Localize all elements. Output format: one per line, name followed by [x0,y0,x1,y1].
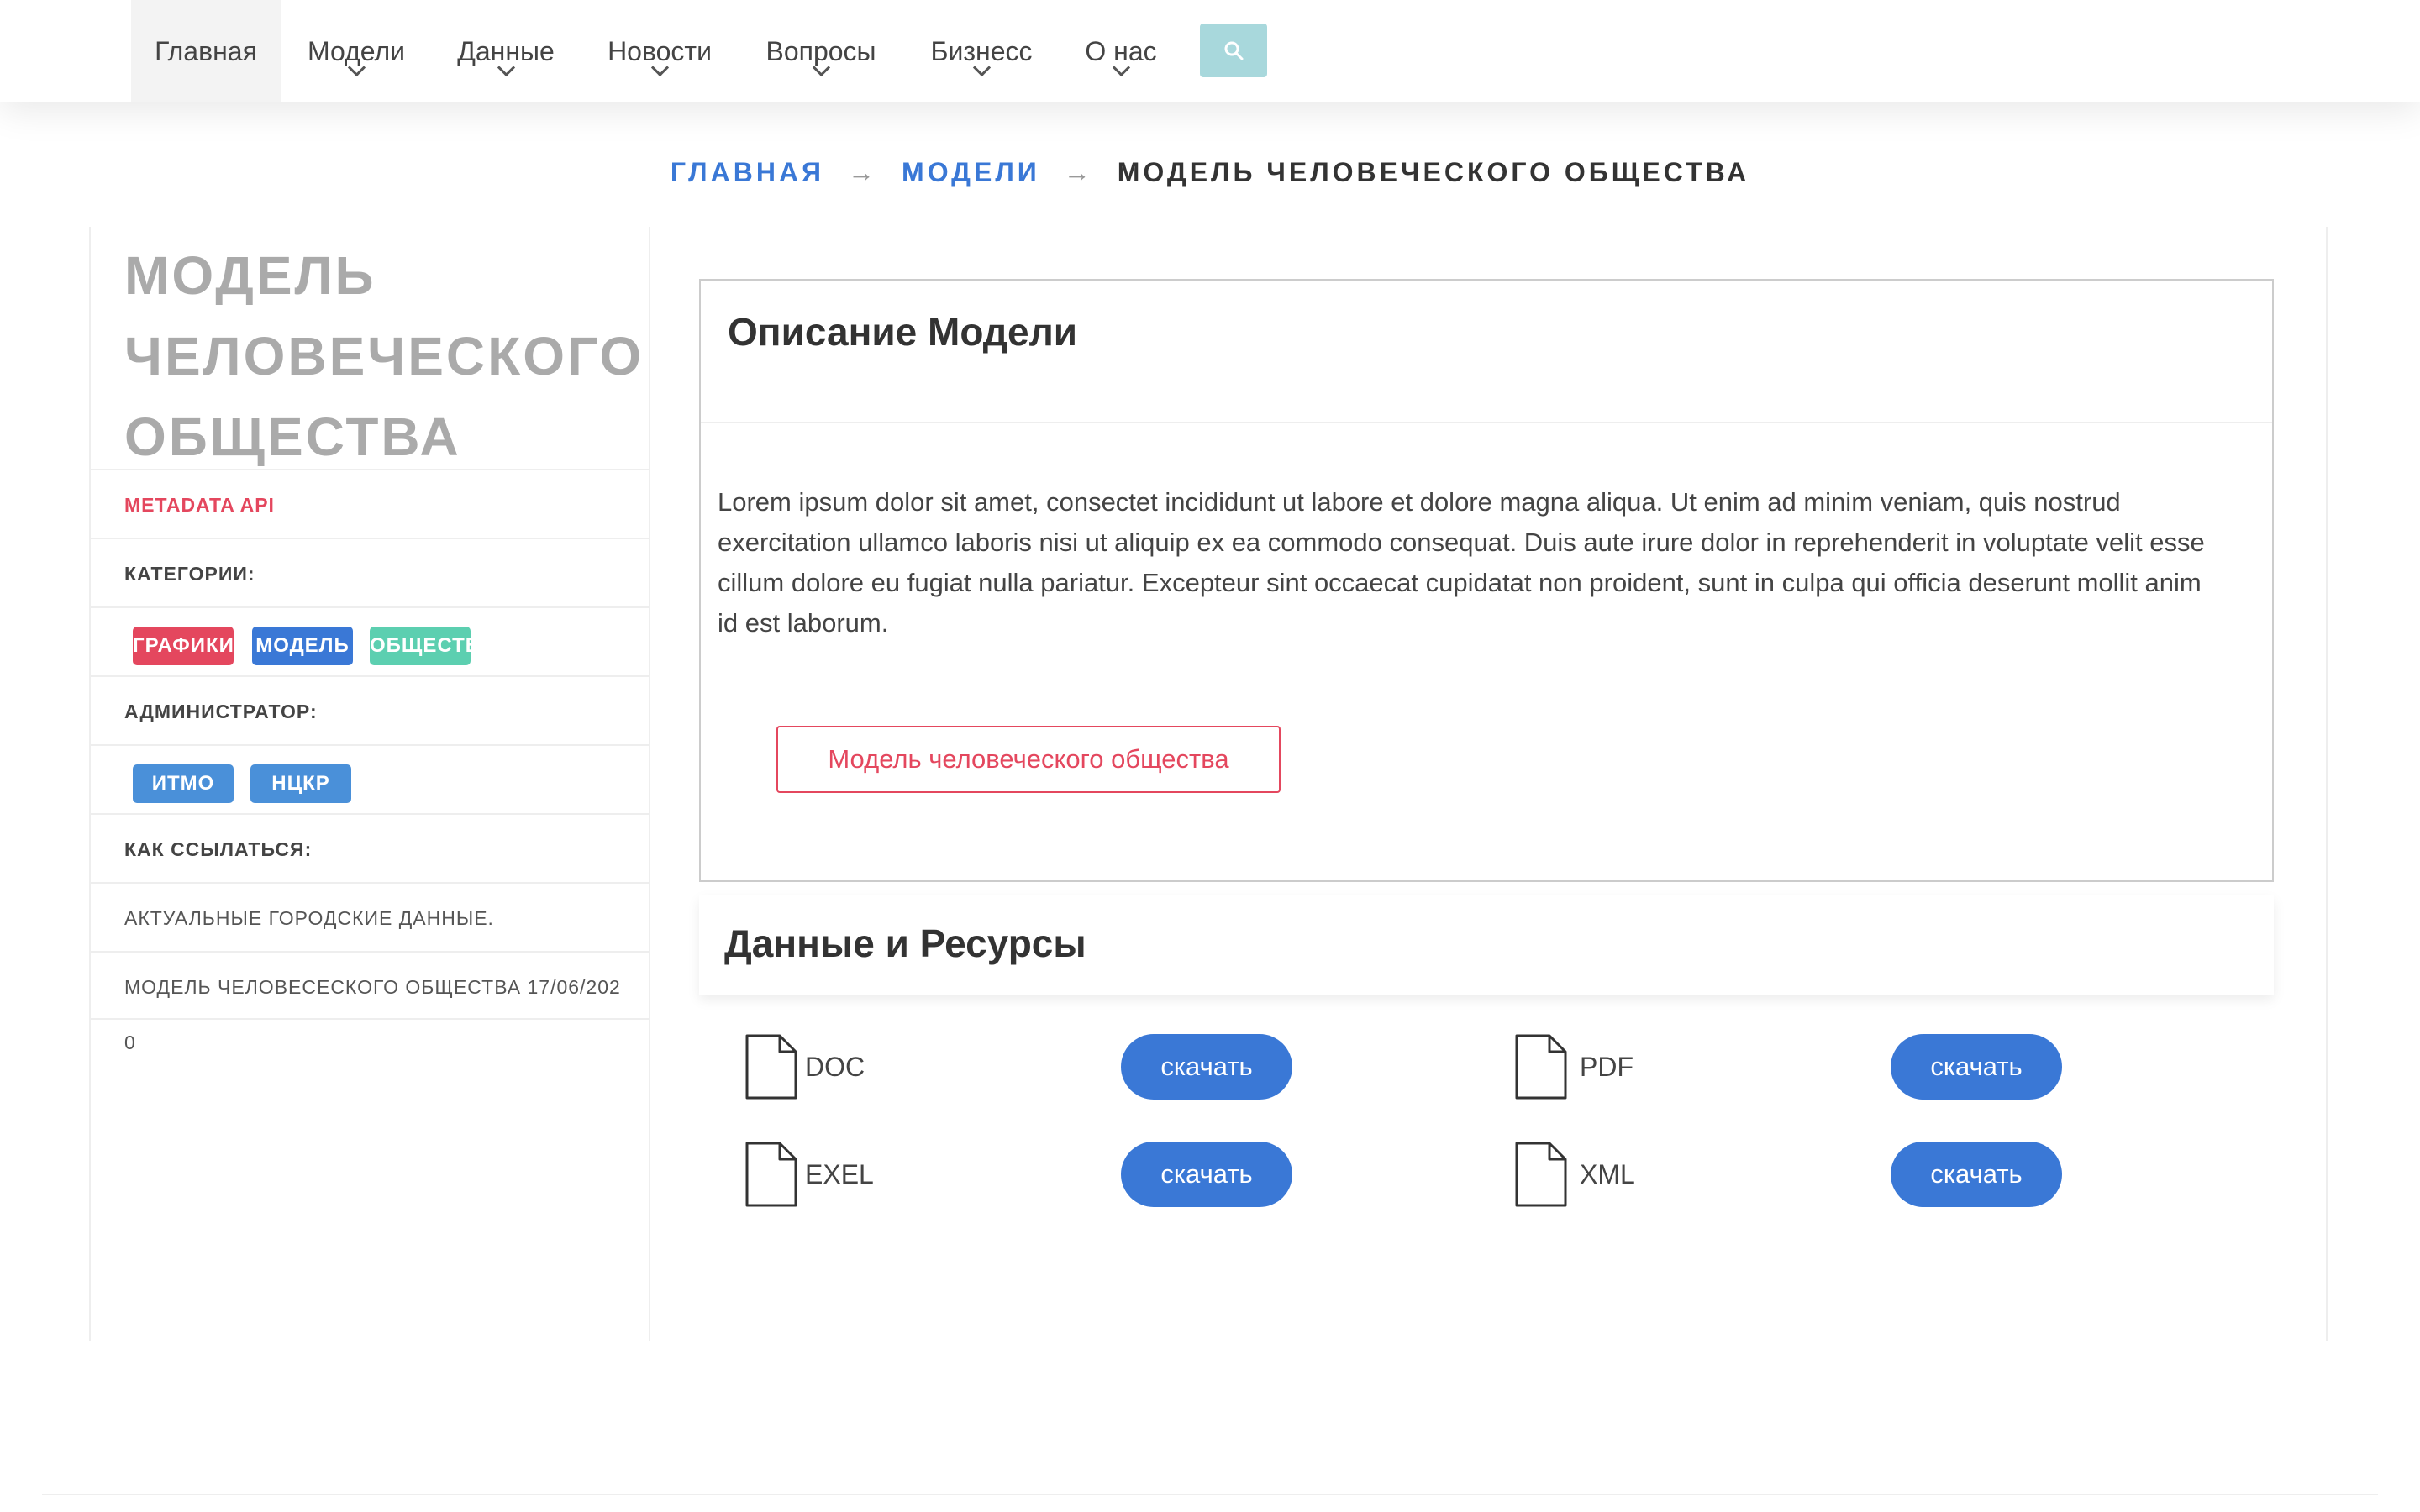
breadcrumb-current: МОДЕЛЬ ЧЕЛОВЕЧЕСКОГО ОБЩЕСТВА [1117,157,1750,187]
nav-item-label: Главная [155,36,257,66]
nav-item-data[interactable]: Данные [445,0,566,102]
cite-text-tail: 0 [124,1032,135,1053]
breadcrumb-arrow-icon: → [848,157,879,187]
nav-item-news[interactable]: Новости [593,0,726,102]
file-type-label: PDF [1580,1052,1634,1082]
admin-label: АДМИНИСТРАТОР: [124,701,318,722]
sidebar-title: МОДЕЛЬ ЧЕЛОВЕЧЕСКОГО ОБЩЕСТВА [124,235,644,477]
metadata-api-link[interactable]: METADATA API [124,470,275,539]
sidebar-row-cite-1: АКТУАЛЬНЫЕ ГОРОДСКИЕ ДАННЫЕ. [91,882,649,951]
file-icon [1515,1034,1567,1100]
description-text: Lorem ipsum dolor sit amet, consectet in… [718,487,2205,638]
download-button[interactable]: скачать [1121,1142,1292,1207]
cite-text: МОДЕЛЬ ЧЕЛОВЕСЕСКОГО ОБЩЕСТВА 17/06/202 [124,976,621,998]
download-button[interactable]: скачать [1891,1142,2062,1207]
category-tag[interactable]: ГРАФИКИ [133,627,234,665]
nav-item-about[interactable]: О нас [1076,0,1166,102]
search-icon [1224,41,1244,60]
sidebar-row-cite-2: МОДЕЛЬ ЧЕЛОВЕСЕСКОГО ОБЩЕСТВА 17/06/202 [91,951,649,1020]
file-icon [1515,1142,1567,1207]
file-type-label: DOC [805,1052,865,1082]
breadcrumb-home-link[interactable]: ГЛАВНАЯ [671,157,824,187]
nav-item-business[interactable]: Бизнесс [916,0,1047,102]
nav-item-questions[interactable]: Вопросы [753,0,889,102]
sidebar-row-categories-label: КАТЕГОРИИ: [91,538,649,606]
content-border [2326,227,2328,1341]
sidebar-title-line: ОБЩЕСТВА [124,407,461,467]
category-tag[interactable]: ОБЩЕСТВО [370,627,471,665]
resources-title: Данные и Ресурсы [724,921,1086,965]
footer-divider [42,1494,2378,1495]
nav-item-home[interactable]: Главная [131,0,281,102]
description-header: Описание Модели [701,281,2272,423]
model-sidebar: МОДЕЛЬ ЧЕЛОВЕЧЕСКОГО ОБЩЕСТВА METADATA A… [89,227,650,1341]
download-button[interactable]: скачать [1121,1034,1292,1100]
sidebar-row-metadata: METADATA API [91,469,649,538]
open-model-button[interactable]: Модель человеческого общества [776,726,1281,793]
nav-item-models[interactable]: Модели [296,0,417,102]
breadcrumb: ГЛАВНАЯ → МОДЕЛИ → МОДЕЛЬ ЧЕЛОВЕЧЕСКОГО ОБЩЕ… [0,151,2420,193]
file-icon [745,1034,797,1100]
top-navbar: Главная Модели Данные Новости Вопросы Би… [0,0,2420,102]
sidebar-row-cite-label: КАК ССЫЛАТЬСЯ: [91,813,649,882]
category-tag[interactable]: МОДЕЛЬ [252,627,353,665]
sidebar-row-admin-label: АДМИНИСТРАТОР: [91,675,649,744]
resources-header: Данные и Ресурсы [699,895,2274,995]
breadcrumb-models-link[interactable]: МОДЕЛИ [902,157,1040,187]
sidebar-row-categories: ГРАФИКИ МОДЕЛЬ ОБЩЕСТВО [91,606,649,675]
file-type-label: XML [1580,1159,1635,1189]
description-title: Описание Модели [728,310,1078,354]
sidebar-title-line: МОДЕЛЬ [124,245,376,306]
admin-tag[interactable]: ИТМО [133,764,234,803]
sidebar-row-admins: ИТМО НЦКР [91,744,649,813]
cite-label: КАК ССЫЛАТЬСЯ: [124,838,313,860]
admin-tag[interactable]: НЦКР [250,764,351,803]
search-button[interactable] [1200,24,1267,77]
model-description-card: Описание Модели Lorem ipsum dolor sit am… [699,279,2274,882]
download-button[interactable]: скачать [1891,1034,2062,1100]
cite-text: АКТУАЛЬНЫЕ ГОРОДСКИЕ ДАННЫЕ. [124,907,494,929]
file-type-label: EXEL [805,1159,874,1189]
file-icon [745,1142,797,1207]
categories-label: КАТЕГОРИИ: [124,563,255,585]
breadcrumb-arrow-icon: → [1063,157,1094,187]
sidebar-title-line: ЧЕЛОВЕЧЕСКОГО [124,326,644,386]
